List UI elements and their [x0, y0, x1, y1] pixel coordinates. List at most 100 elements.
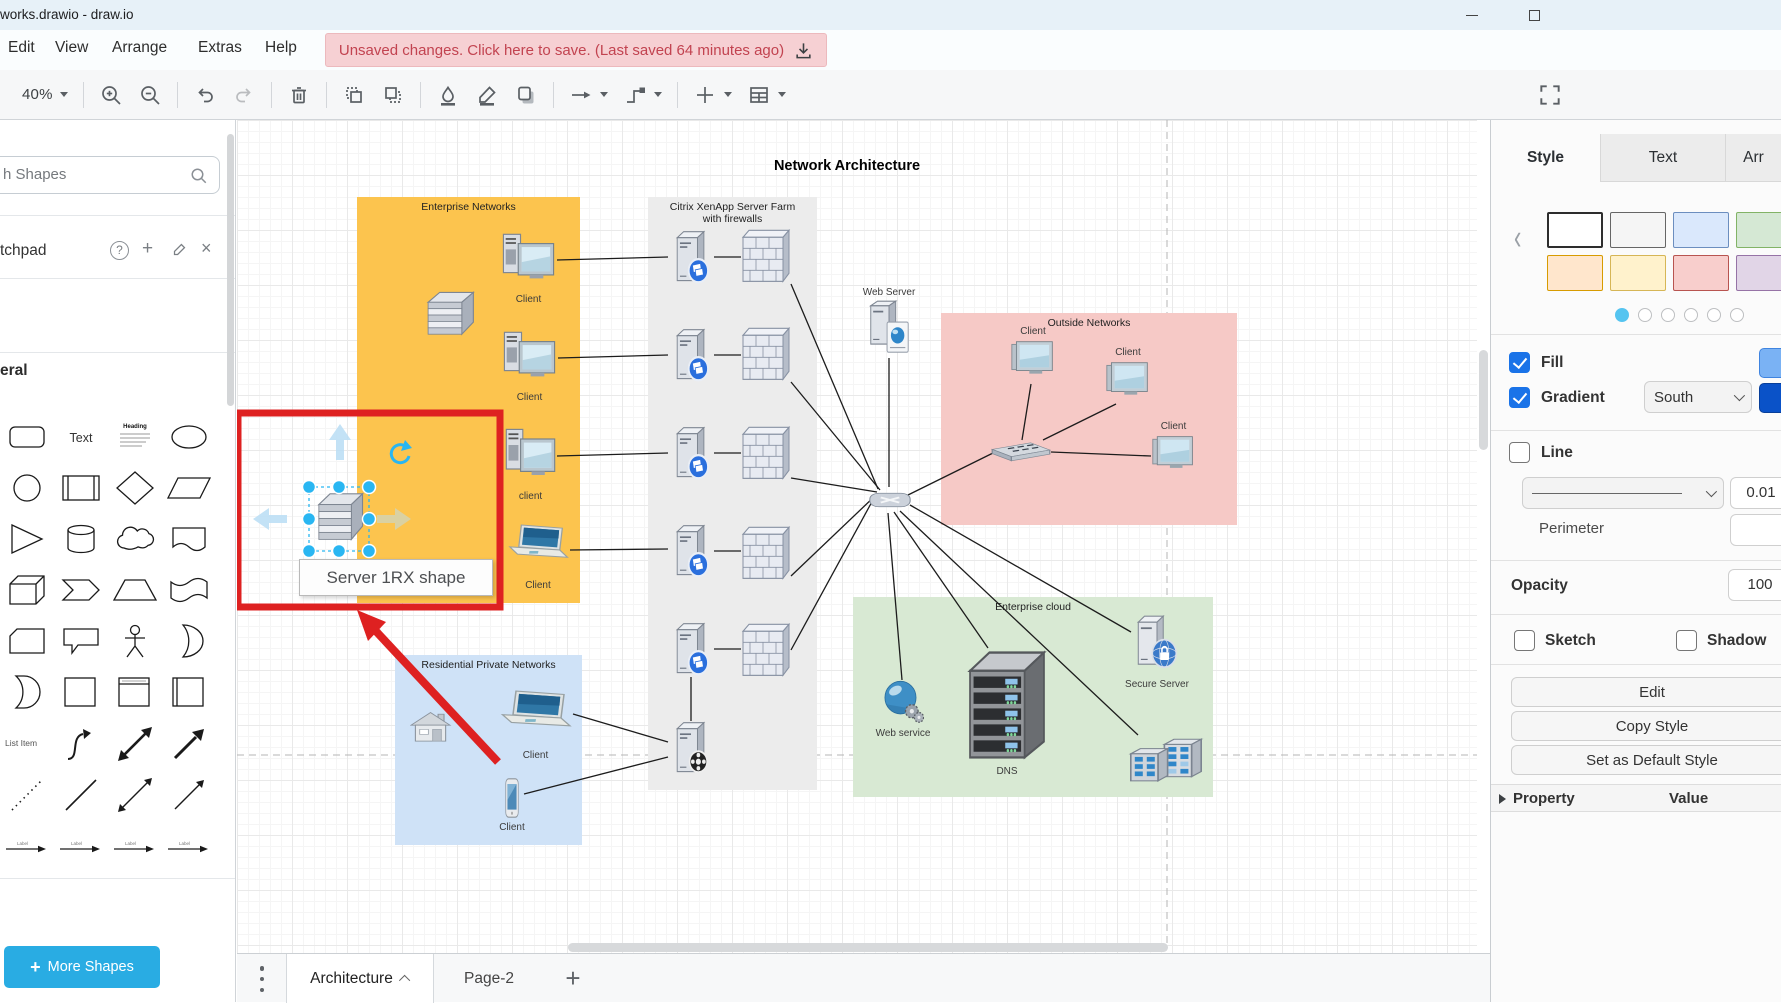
line-width-input[interactable]: 0.01	[1730, 477, 1781, 509]
node-firewall-13[interactable]	[743, 427, 789, 478]
node-server-citrix-9[interactable]	[677, 624, 708, 675]
shape-labeled-arrow-1[interactable]: Label	[4, 823, 50, 867]
table-icon[interactable]	[747, 83, 786, 107]
node-firewall-11[interactable]	[743, 230, 789, 281]
selection-handle[interactable]	[333, 481, 346, 494]
tab-collapse-icon[interactable]	[399, 974, 410, 985]
node-server-citrix-7[interactable]	[677, 428, 708, 479]
shape-container[interactable]	[166, 670, 212, 714]
shape-ellipse[interactable]	[166, 415, 212, 459]
gradient-color-swatch[interactable]	[1759, 383, 1781, 413]
node-web-server-16[interactable]: Web Server	[863, 287, 916, 352]
search-shapes-input[interactable]: h Shapes	[0, 156, 220, 194]
gradient-checkbox[interactable]	[1509, 387, 1530, 408]
node-firewall-14[interactable]	[743, 527, 789, 578]
shape-double-arrow[interactable]	[112, 772, 158, 816]
shape-triangle[interactable]	[4, 517, 50, 561]
sidebar-scrollbar[interactable]	[227, 134, 234, 406]
add-page-button[interactable]: +	[559, 965, 587, 993]
selection-handle[interactable]	[303, 513, 316, 526]
minimize-button[interactable]	[1449, 0, 1495, 30]
shape-step[interactable]	[58, 568, 104, 612]
waypoints-icon[interactable]	[623, 83, 662, 107]
redo-icon[interactable]	[232, 83, 256, 107]
shape-text[interactable]: Text	[58, 415, 104, 459]
container-outside-networks[interactable]: Outside Networks	[941, 313, 1237, 525]
zoom-in-icon[interactable]	[99, 83, 123, 107]
undo-icon[interactable]	[193, 83, 217, 107]
carousel-dot[interactable]	[1638, 308, 1652, 322]
perimeter-input[interactable]	[1730, 514, 1781, 546]
shape-process[interactable]	[58, 466, 104, 510]
scratchpad-edit-icon[interactable]	[172, 242, 187, 261]
style-swatch[interactable]	[1547, 212, 1603, 248]
node-server-citrix-5[interactable]	[677, 232, 708, 283]
style-carousel-prev-icon[interactable]: ‹	[1514, 217, 1521, 259]
shape-rect[interactable]	[58, 670, 104, 714]
copy-style-button[interactable]: Copy Style	[1511, 711, 1781, 741]
shape-actor[interactable]	[112, 619, 158, 663]
shape-directional-arrow[interactable]	[166, 772, 212, 816]
zoom-level[interactable]: 40%	[22, 86, 68, 103]
shape-heading[interactable]: Heading	[112, 415, 158, 459]
shape-trapezoid[interactable]	[112, 568, 158, 612]
fill-color-swatch[interactable]	[1759, 348, 1781, 378]
shape-bidirectional-arrow[interactable]	[112, 721, 158, 765]
carousel-dot[interactable]	[1661, 308, 1675, 322]
shape-cube[interactable]	[4, 568, 50, 612]
menu-view[interactable]: View	[55, 39, 88, 57]
shape-line[interactable]	[58, 772, 104, 816]
node-firewall-15[interactable]	[743, 624, 789, 675]
line-checkbox[interactable]	[1509, 442, 1530, 463]
selection-handle[interactable]	[333, 545, 346, 558]
shape-card[interactable]	[4, 619, 50, 663]
shape-cylinder[interactable]	[58, 517, 104, 561]
scratchpad-close-icon[interactable]: ×	[201, 238, 212, 259]
carousel-dot[interactable]	[1615, 308, 1629, 322]
format-tab-arr[interactable]: Arr	[1726, 134, 1781, 182]
menu-arrange[interactable]: Arrange	[112, 39, 167, 57]
delete-icon[interactable]	[287, 83, 311, 107]
to-back-icon[interactable]	[381, 83, 405, 107]
maximize-button[interactable]	[1511, 0, 1557, 30]
edit-button[interactable]: Edit	[1511, 677, 1781, 707]
gradient-direction-select[interactable]: South	[1644, 381, 1752, 413]
page-tab-architecture[interactable]: Architecture	[286, 954, 434, 1003]
style-swatch[interactable]	[1547, 255, 1603, 291]
style-swatch[interactable]	[1610, 255, 1666, 291]
carousel-dot[interactable]	[1707, 308, 1721, 322]
style-swatch[interactable]	[1610, 212, 1666, 248]
shadow-icon[interactable]	[514, 83, 538, 107]
sketch-checkbox[interactable]	[1514, 630, 1535, 651]
format-tab-text[interactable]: Text	[1601, 134, 1726, 182]
scratchpad-help-icon[interactable]: ?	[110, 241, 129, 260]
shadow-checkbox[interactable]	[1676, 630, 1697, 651]
shape-parallelogram[interactable]	[166, 466, 212, 510]
selection-handle[interactable]	[363, 481, 376, 494]
shape-document[interactable]	[166, 517, 212, 561]
shape-cloud[interactable]	[112, 517, 158, 561]
opacity-input[interactable]: 100	[1728, 569, 1781, 601]
carousel-dot[interactable]	[1684, 308, 1698, 322]
fullscreen-button[interactable]	[1537, 82, 1563, 113]
node-server-dark-10[interactable]	[677, 723, 707, 773]
property-grid-header[interactable]: Property Value	[1491, 784, 1781, 812]
shape-curve[interactable]	[58, 721, 104, 765]
zoom-out-icon[interactable]	[138, 83, 162, 107]
move-left-arrow-icon[interactable]	[253, 508, 287, 530]
shape-circle[interactable]	[4, 466, 50, 510]
node-server-citrix-8[interactable]	[677, 526, 708, 577]
insert-icon[interactable]	[693, 83, 732, 107]
shape-arrow-shape[interactable]	[166, 721, 212, 765]
selection-handle[interactable]	[303, 481, 316, 494]
line-style-select[interactable]	[1522, 477, 1724, 509]
fill-checkbox[interactable]	[1509, 352, 1530, 373]
shape-diamond[interactable]	[112, 466, 158, 510]
shape-labeled-arrow-4[interactable]: Label	[166, 823, 212, 867]
canvas-horizontal-scrollbar[interactable]	[568, 943, 1168, 952]
selection-handle[interactable]	[363, 513, 376, 526]
style-swatch[interactable]	[1673, 212, 1729, 248]
pages-menu-icon[interactable]	[259, 966, 265, 992]
shape-and[interactable]	[4, 670, 50, 714]
more-shapes-button[interactable]: + More Shapes	[4, 946, 160, 988]
